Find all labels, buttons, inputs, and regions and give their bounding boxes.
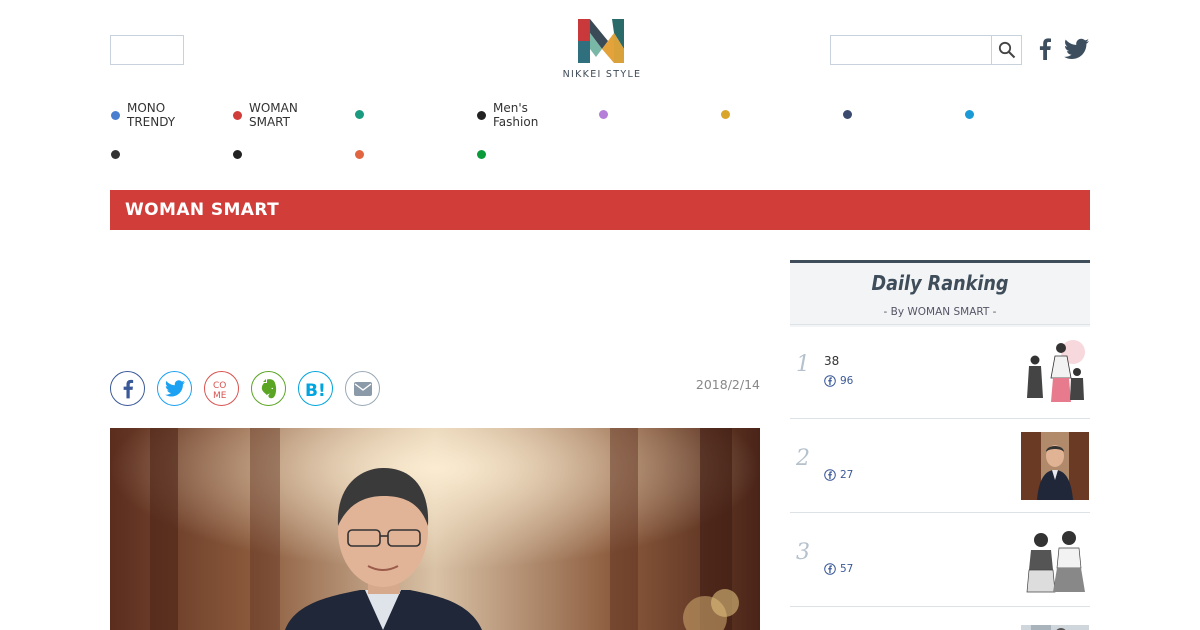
nav-item-label: Men's Fashion bbox=[493, 101, 539, 129]
search-button[interactable] bbox=[991, 35, 1022, 65]
twitter-link[interactable] bbox=[1064, 38, 1089, 64]
nav-item-12[interactable] bbox=[477, 150, 493, 159]
rank-thumbnail[interactable] bbox=[1021, 338, 1089, 406]
nav-dot bbox=[355, 110, 364, 119]
ranking-title: Daily Ranking bbox=[871, 271, 1009, 295]
rank-facebook-count: 27 bbox=[824, 469, 853, 481]
nav-item-8[interactable] bbox=[965, 110, 981, 119]
nav-dot bbox=[111, 110, 120, 120]
article-photo bbox=[110, 428, 760, 630]
rank-title[interactable]: 38 bbox=[824, 354, 839, 368]
facebook-circle-icon bbox=[824, 563, 836, 575]
nav-item-11[interactable] bbox=[355, 150, 371, 159]
nav-dot bbox=[355, 150, 364, 159]
nav-item-9[interactable] bbox=[111, 150, 127, 159]
nav-item-7[interactable] bbox=[843, 110, 859, 119]
rank-number: 1 bbox=[796, 352, 810, 377]
logo-mark-icon bbox=[578, 19, 624, 63]
fb-count: 27 bbox=[840, 469, 854, 481]
nav-item-label: MONO TRENDY bbox=[127, 101, 176, 129]
nav-dot bbox=[843, 110, 852, 119]
facebook-icon bbox=[1039, 38, 1051, 60]
login-button[interactable] bbox=[110, 35, 184, 65]
rank-facebook-count: 57 bbox=[824, 563, 853, 575]
divider bbox=[790, 606, 1090, 607]
twitter-icon bbox=[164, 380, 185, 397]
nav-dot bbox=[477, 110, 486, 120]
nav-item-mono-trendy[interactable]: MONO TRENDY bbox=[111, 101, 175, 129]
nav-dot bbox=[721, 110, 730, 119]
rank-number: 2 bbox=[796, 446, 810, 471]
nav-dot bbox=[233, 150, 242, 159]
hatena-bookmark-icon: B! bbox=[305, 381, 326, 398]
twitter-share-button[interactable] bbox=[157, 371, 192, 406]
facebook-share-button[interactable] bbox=[110, 371, 145, 406]
nav-dot bbox=[111, 150, 120, 159]
svg-text:B!: B! bbox=[305, 381, 326, 398]
rank-facebook-count: 96 bbox=[824, 375, 853, 387]
mail-share-button[interactable] bbox=[345, 371, 380, 406]
nikkei-style-logo[interactable]: NIKKEI STYLE bbox=[556, 19, 648, 83]
nav-dot bbox=[965, 110, 974, 119]
svg-text:CO: CO bbox=[213, 381, 226, 391]
nav-item-10[interactable] bbox=[233, 150, 249, 159]
section-title[interactable]: WOMAN SMART bbox=[125, 200, 279, 220]
rank-number: 3 bbox=[796, 540, 810, 565]
evernote-share-button[interactable] bbox=[251, 371, 286, 406]
divider bbox=[790, 418, 1090, 419]
nav-item-6[interactable] bbox=[721, 110, 737, 119]
nav-item-5[interactable] bbox=[599, 110, 615, 119]
svg-text:ME: ME bbox=[213, 391, 227, 401]
come-icon: CO ME bbox=[213, 381, 227, 401]
facebook-circle-icon bbox=[824, 469, 836, 481]
hatena-share-button[interactable]: B! bbox=[298, 371, 333, 406]
nav-dot bbox=[477, 150, 486, 159]
search-input[interactable] bbox=[830, 35, 991, 65]
nav-item-mens-fashion[interactable]: Men's Fashion bbox=[477, 101, 538, 129]
nav-dot bbox=[233, 110, 242, 120]
daily-ranking: Daily Ranking - By WOMAN SMART - 1 38 96 bbox=[790, 260, 1090, 630]
mail-icon bbox=[353, 381, 372, 396]
facebook-icon bbox=[123, 379, 133, 398]
fb-count: 96 bbox=[840, 375, 854, 387]
twitter-icon bbox=[1064, 38, 1089, 59]
article-date: 2018/2/14 bbox=[695, 377, 760, 392]
rank-thumbnail[interactable] bbox=[1021, 620, 1089, 630]
facebook-circle-icon bbox=[824, 375, 836, 387]
nav-item-label: WOMAN SMART bbox=[249, 101, 298, 129]
evernote-icon bbox=[261, 378, 276, 398]
ranking-header: Daily Ranking - By WOMAN SMART - bbox=[790, 260, 1090, 327]
rank-thumbnail[interactable] bbox=[1021, 526, 1089, 594]
nav-item-3[interactable] bbox=[355, 110, 371, 119]
rank-thumbnail[interactable] bbox=[1021, 432, 1089, 500]
nav-item-woman-smart[interactable]: WOMAN SMART bbox=[233, 101, 298, 129]
facebook-link[interactable] bbox=[1038, 38, 1052, 64]
divider bbox=[790, 512, 1090, 513]
ranking-subtitle: - By WOMAN SMART - bbox=[883, 306, 997, 318]
logo-text: NIKKEI STYLE bbox=[562, 69, 642, 80]
fb-count: 57 bbox=[840, 563, 854, 575]
nav-dot bbox=[599, 110, 608, 119]
divider bbox=[790, 324, 1090, 325]
come-share-button[interactable]: CO ME bbox=[204, 371, 239, 406]
section-header: WOMAN SMART bbox=[110, 190, 1090, 230]
search-icon bbox=[998, 41, 1016, 59]
